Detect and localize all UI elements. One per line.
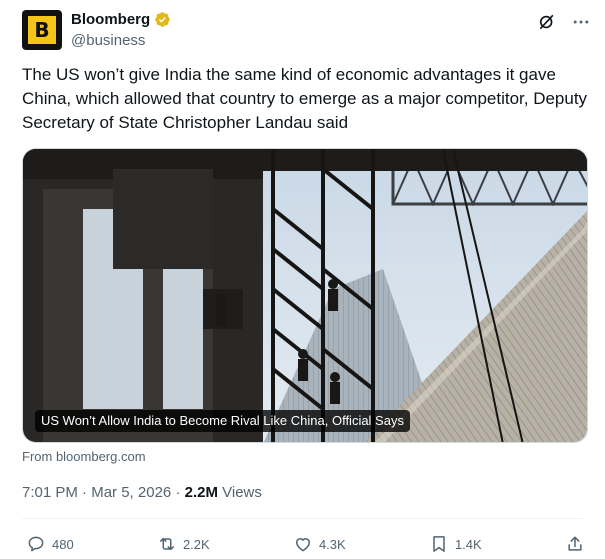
author-name[interactable]: Bloomberg: [71, 10, 150, 29]
views-count: 2.2M: [184, 484, 218, 501]
verified-badge-icon: [155, 12, 170, 27]
reply-count: 480: [52, 536, 74, 552]
like-count: 4.3K: [318, 536, 346, 552]
action-bar: 480 2.2K 4.3K 1.4K: [26, 533, 585, 555]
share-button[interactable]: [565, 534, 585, 554]
tweet-text: The US won’t give India the same kind of…: [22, 65, 588, 132]
reply-icon: [28, 536, 44, 552]
header-actions: [537, 12, 591, 32]
bookmark-icon: [433, 536, 445, 552]
link-card-image[interactable]: US Won’t Allow India to Become Rival Lik…: [22, 148, 588, 443]
industrial-photo: [23, 149, 587, 442]
repost-count: 2.2K: [182, 536, 210, 552]
bookmark-button[interactable]: 1.4K: [429, 534, 482, 554]
tweet-meta: 7:01 PM · Mar 5, 2026 · 2.2M Views: [22, 483, 262, 503]
more-icon[interactable]: [571, 12, 591, 32]
tweet-header: B Bloomberg @business: [22, 10, 591, 54]
bloomberg-logo: B: [28, 16, 56, 44]
link-card-title: US Won’t Allow India to Become Rival Lik…: [35, 410, 410, 432]
reply-button[interactable]: 480: [26, 534, 74, 554]
link-source[interactable]: From bloomberg.com: [22, 449, 146, 464]
repost-icon: [159, 537, 174, 551]
share-icon: [568, 536, 582, 551]
author-name-row[interactable]: Bloomberg: [71, 10, 171, 29]
like-button[interactable]: 4.3K: [293, 534, 346, 554]
tweet-time[interactable]: 7:01 PM: [22, 484, 78, 501]
avatar[interactable]: B: [22, 10, 62, 50]
bookmark-count: 1.4K: [454, 536, 482, 552]
heart-icon: [295, 538, 310, 552]
divider: [22, 518, 583, 519]
views-label: Views: [222, 484, 262, 501]
repost-button[interactable]: 2.2K: [157, 534, 210, 554]
grok-icon[interactable]: [537, 12, 557, 32]
meta-separator: ·: [82, 484, 92, 501]
meta-separator: ·: [175, 484, 185, 501]
author-block: Bloomberg @business: [71, 10, 171, 51]
tweet-date[interactable]: Mar 5, 2026: [91, 484, 171, 501]
author-handle[interactable]: @business: [71, 31, 171, 51]
